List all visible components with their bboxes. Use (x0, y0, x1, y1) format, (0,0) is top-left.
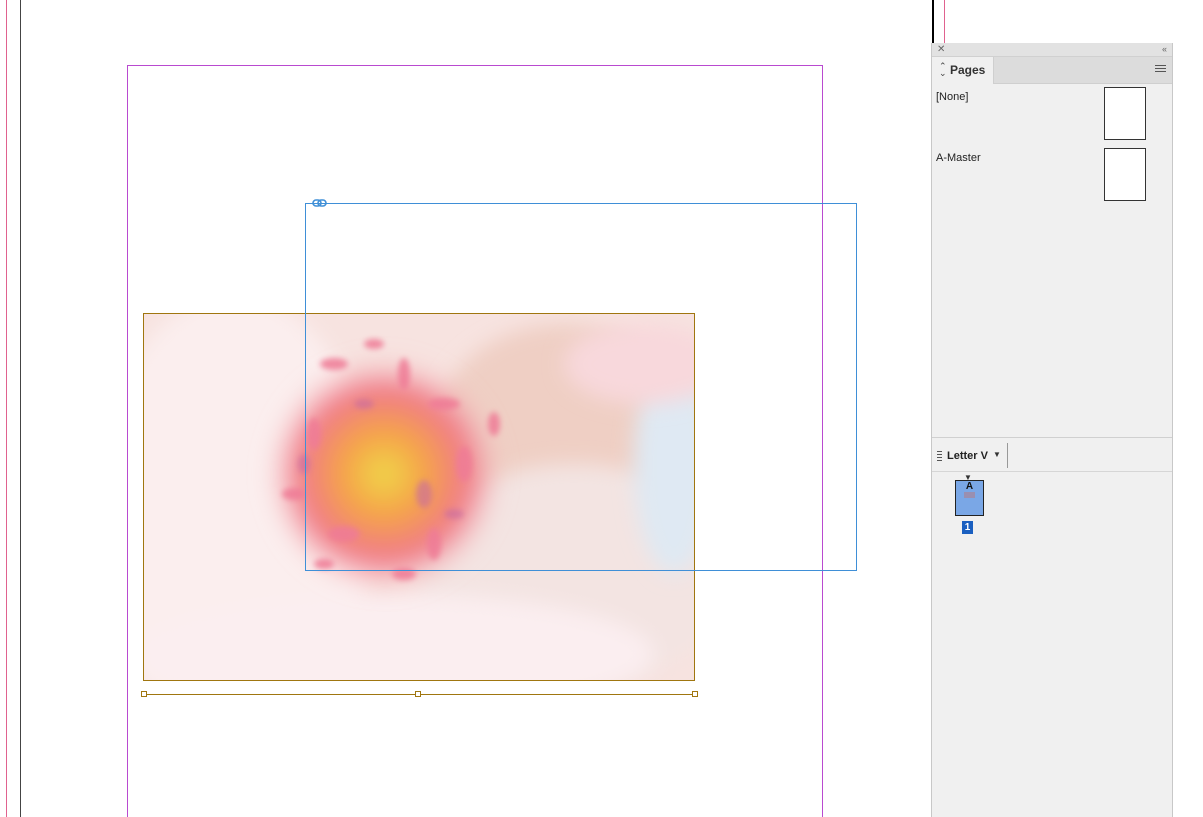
close-icon[interactable]: ✕ (937, 43, 945, 56)
page-size-dropdown[interactable]: Letter V (947, 450, 988, 462)
collapse-panel-icon[interactable]: ‹‹ (1162, 43, 1167, 56)
master-none-label[interactable]: [None] (936, 91, 968, 103)
master-a-label[interactable]: A-Master (936, 152, 981, 164)
bleed-guide-left (6, 0, 7, 817)
tab-pages-label: Pages (950, 63, 986, 77)
linked-frame[interactable] (305, 203, 857, 571)
link-icon[interactable] (312, 198, 327, 208)
page-edge-right (932, 0, 934, 44)
panel-tab-row: ⌃ ⌄ Pages (932, 57, 1172, 84)
page-size-row: Letter V ▼ (932, 443, 1172, 472)
master-none-thumbnail[interactable] (1104, 87, 1146, 140)
tab-pages[interactable]: ⌃ ⌄ Pages (932, 57, 994, 84)
page-thumbnail-image (964, 492, 975, 498)
panel-divider[interactable] (932, 437, 1172, 438)
page-master-letter: A (965, 481, 974, 492)
resize-handle-left[interactable] (141, 691, 147, 697)
bleed-guide-right (944, 0, 945, 44)
pages-panel: ✕ ‹‹ ⌃ ⌄ Pages [None] A-Master Letter V ▼… (931, 43, 1173, 817)
resize-handle-middle[interactable] (415, 691, 421, 697)
chevron-down-icon[interactable]: ▼ (993, 450, 1001, 459)
document-canvas[interactable] (0, 0, 932, 817)
tab-expand-icon: ⌃ ⌄ (939, 61, 947, 78)
resize-handle-right[interactable] (692, 691, 698, 697)
panel-titlebar: ✕ ‹‹ (932, 43, 1172, 57)
hamburger-menu-icon[interactable] (1155, 65, 1166, 74)
master-a-thumbnail[interactable] (1104, 148, 1146, 201)
page-number-badge[interactable]: 1 (962, 521, 973, 534)
page-edge-left (20, 0, 21, 817)
separator (1007, 443, 1008, 468)
grip-icon (937, 451, 942, 463)
page-thumbnail-1[interactable]: A (955, 480, 984, 516)
